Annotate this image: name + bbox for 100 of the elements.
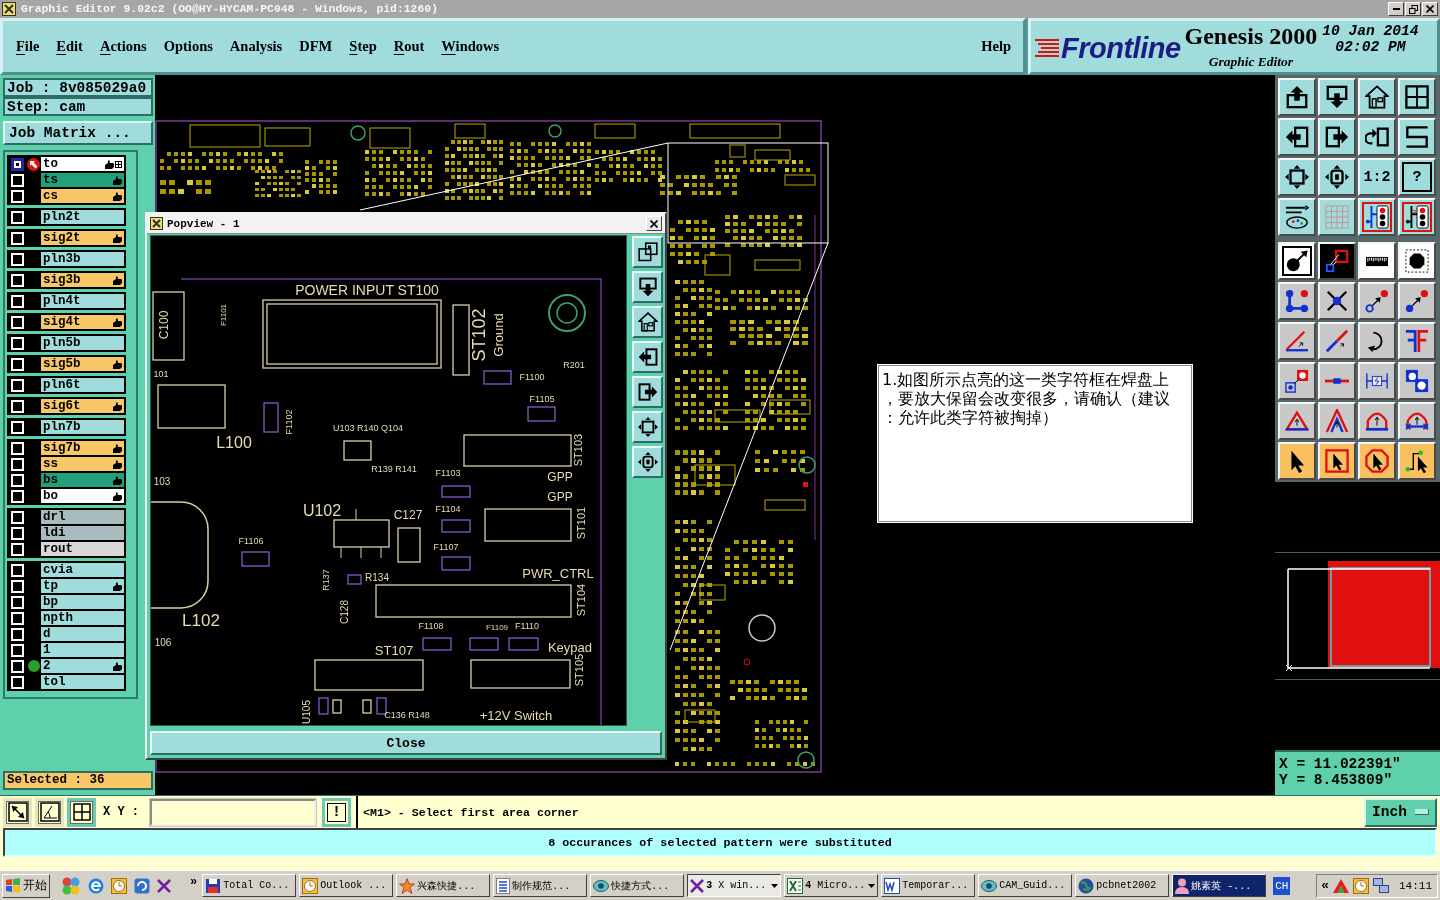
menu-item[interactable]: Actions bbox=[99, 38, 147, 55]
task-button[interactable]: 姚素英 -... bbox=[1172, 874, 1267, 897]
layer-button[interactable]: pln3b bbox=[41, 252, 124, 266]
tool-button[interactable] bbox=[1398, 442, 1436, 480]
units-button[interactable]: Inch bbox=[1364, 797, 1437, 827]
tool-button[interactable] bbox=[1358, 282, 1396, 320]
alert-button[interactable]: ! bbox=[322, 797, 351, 827]
layer-button[interactable]: pln2t bbox=[41, 210, 124, 224]
layer-button[interactable]: ts bbox=[41, 173, 124, 187]
help-menu[interactable]: Help bbox=[981, 38, 1011, 55]
task-button[interactable]: Total Co... bbox=[202, 874, 297, 897]
layer-button[interactable]: 2 bbox=[41, 659, 124, 673]
task-button[interactable]: Temporar... bbox=[881, 874, 976, 897]
view-button[interactable] bbox=[632, 446, 663, 478]
tool-button[interactable] bbox=[1398, 78, 1436, 116]
close-button[interactable] bbox=[646, 216, 662, 231]
tool-button[interactable] bbox=[1358, 198, 1396, 236]
task-button[interactable]: 兴森快捷... bbox=[396, 874, 491, 897]
tool-button[interactable] bbox=[1318, 282, 1356, 320]
tool-button[interactable] bbox=[1318, 118, 1356, 156]
tool-button[interactable] bbox=[1318, 158, 1356, 196]
tool-button[interactable] bbox=[1318, 242, 1356, 280]
layer-button[interactable]: tol bbox=[41, 675, 124, 689]
tool-button[interactable] bbox=[1358, 442, 1396, 480]
menu-item[interactable]: File bbox=[16, 38, 40, 55]
more-button[interactable]: » bbox=[188, 874, 200, 889]
e-globe-icon[interactable] bbox=[88, 877, 104, 894]
layer-button[interactable]: cvia bbox=[41, 563, 124, 577]
layer-button[interactable]: d bbox=[41, 627, 124, 641]
layer-button[interactable]: sig6t bbox=[41, 399, 124, 413]
refresh-icon[interactable] bbox=[134, 877, 150, 894]
flower-icon[interactable] bbox=[61, 876, 81, 895]
tool-button[interactable] bbox=[1358, 362, 1396, 400]
close-button[interactable]: Close bbox=[150, 731, 662, 755]
tool-button[interactable] bbox=[1398, 362, 1436, 400]
task-button[interactable]: 快捷方式... bbox=[590, 874, 685, 897]
layer-button[interactable]: drl bbox=[41, 510, 124, 524]
layer-button[interactable]: pln7b bbox=[41, 420, 124, 434]
view-button[interactable] bbox=[632, 341, 663, 373]
tool-button[interactable] bbox=[1278, 282, 1316, 320]
tray-expand-button[interactable]: « bbox=[1321, 878, 1329, 893]
task-button[interactable]: CAM_Guid... bbox=[978, 874, 1073, 897]
view-button[interactable] bbox=[632, 236, 663, 268]
layer-button[interactable]: ss bbox=[41, 457, 124, 471]
tool-button[interactable] bbox=[1358, 402, 1396, 440]
tool-button[interactable] bbox=[1278, 322, 1316, 360]
restore-button[interactable] bbox=[1405, 2, 1421, 16]
view-button[interactable] bbox=[632, 306, 663, 338]
tool-button[interactable] bbox=[1278, 78, 1316, 116]
triangle-icon[interactable] bbox=[1333, 878, 1349, 893]
layer-button[interactable]: bo bbox=[41, 489, 124, 503]
view-button[interactable] bbox=[632, 271, 663, 303]
layer-button[interactable]: bs bbox=[41, 473, 124, 487]
layer-button[interactable]: sig3b bbox=[41, 273, 124, 287]
tool-button[interactable] bbox=[1318, 362, 1356, 400]
layer-button[interactable]: sig4t bbox=[41, 315, 124, 329]
tool-button[interactable] bbox=[1398, 282, 1436, 320]
layer-button[interactable]: pln5b bbox=[41, 336, 124, 350]
tool-button[interactable] bbox=[1398, 118, 1436, 156]
layer-button[interactable]: cs bbox=[41, 189, 124, 203]
layer-button[interactable]: bp bbox=[41, 595, 124, 609]
tool-button[interactable] bbox=[1278, 118, 1316, 156]
layer-button[interactable]: sig5b bbox=[41, 357, 124, 371]
layer-button[interactable]: sig7b bbox=[41, 441, 124, 455]
tool-button[interactable] bbox=[1358, 322, 1396, 360]
layer-button[interactable]: ldi bbox=[41, 526, 124, 540]
layer-button[interactable]: pln6t bbox=[41, 378, 124, 392]
menu-item[interactable]: Analysis bbox=[229, 38, 283, 55]
clock-icon[interactable] bbox=[1353, 877, 1369, 894]
layer-button[interactable]: rout bbox=[41, 542, 124, 556]
task-button[interactable]: 4 Micro... bbox=[784, 874, 879, 897]
menu-item[interactable]: Windows bbox=[441, 38, 500, 55]
tool-button[interactable] bbox=[1278, 362, 1316, 400]
minimize-button[interactable] bbox=[1388, 2, 1404, 16]
tool-button[interactable] bbox=[1358, 118, 1396, 156]
view-button[interactable] bbox=[632, 411, 663, 443]
tool-button[interactable] bbox=[1358, 242, 1396, 280]
layer-button[interactable]: sig2t bbox=[41, 231, 124, 245]
scale-button[interactable]: 1:2 bbox=[1358, 158, 1396, 196]
language-indicator[interactable]: CH bbox=[1273, 876, 1291, 895]
job-matrix-button[interactable]: Job Matrix ... bbox=[3, 121, 153, 145]
task-button[interactable]: Outlook ... bbox=[299, 874, 394, 897]
tool-button[interactable] bbox=[1278, 442, 1316, 480]
tool-button[interactable] bbox=[1318, 198, 1356, 236]
menu-item[interactable]: Step bbox=[349, 38, 377, 55]
task-button[interactable]: 制作规范... bbox=[493, 874, 588, 897]
layer-button[interactable]: tp bbox=[41, 579, 124, 593]
tool-button[interactable] bbox=[1398, 242, 1436, 280]
task-button[interactable]: 3 X win... bbox=[687, 874, 782, 897]
tool-button[interactable] bbox=[1278, 402, 1316, 440]
tool-button[interactable] bbox=[1318, 402, 1356, 440]
tool-button[interactable] bbox=[1278, 158, 1316, 196]
xy-input-field[interactable] bbox=[150, 798, 316, 826]
menu-item[interactable]: Options bbox=[163, 38, 213, 55]
menu-item[interactable]: Edit bbox=[56, 38, 83, 55]
x-mark-icon[interactable] bbox=[157, 878, 171, 893]
layer-checkbox[interactable] bbox=[11, 157, 24, 171]
task-button[interactable]: pcbnet2002 bbox=[1075, 874, 1170, 897]
layer-button[interactable]: pln4t bbox=[41, 294, 124, 308]
close-button[interactable] bbox=[1422, 2, 1438, 16]
